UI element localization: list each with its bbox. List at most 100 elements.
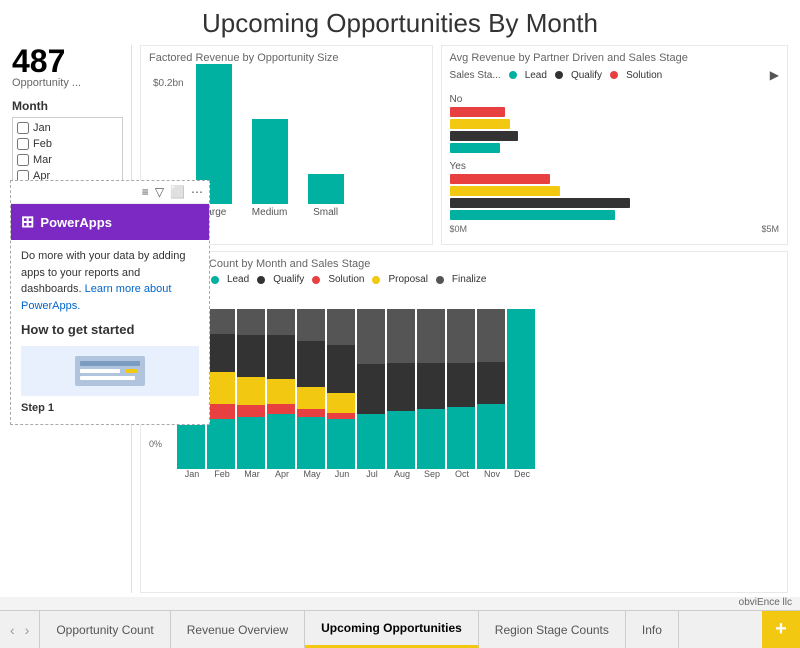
h-bar-chart: No Yes: [450, 86, 779, 238]
legend-dot-solution: [610, 71, 618, 79]
stack-segment: [297, 341, 325, 387]
nav-tab-info[interactable]: Info: [626, 611, 679, 648]
filter-checkbox-mar[interactable]: [17, 154, 29, 166]
h-axis-0: $0M: [450, 224, 468, 234]
avg-revenue-title: Avg Revenue by Partner Driven and Sales …: [450, 52, 779, 64]
h-axis-5m: $5M: [761, 224, 779, 234]
filter-item-mar[interactable]: Mar: [17, 152, 118, 168]
nav-tab-opportunity-count[interactable]: Opportunity Count: [40, 611, 170, 648]
legend-dot-proposal2: [372, 276, 380, 284]
popup-filter-icon[interactable]: ▽: [155, 185, 164, 199]
right-content: Factored Revenue by Opportunity Size $0.…: [140, 45, 788, 593]
nav-tab-revenue-overview[interactable]: Revenue Overview: [171, 611, 305, 648]
stacked-col-Aug: [387, 309, 415, 469]
kpi-value: 487: [12, 45, 123, 77]
bar-group-medium: Medium: [252, 119, 288, 218]
stack-segment: [507, 309, 535, 469]
stacked-col-Jul: [357, 309, 385, 469]
x-label-jul: Jul: [357, 469, 387, 479]
x-label-apr: Apr: [267, 469, 297, 479]
stack-segment: [207, 419, 235, 469]
filter-checkbox-jan[interactable]: [17, 122, 29, 134]
legend-arrow[interactable]: ▶: [770, 68, 779, 82]
popup-focus-icon[interactable]: ⬜: [170, 185, 185, 199]
content-row: 487 Opportunity ... Month JanFebMarAprMa…: [12, 45, 788, 593]
stack-segment: [267, 309, 295, 335]
x-label-aug: Aug: [387, 469, 417, 479]
nav-next[interactable]: ›: [21, 620, 34, 640]
stack-segment: [297, 409, 325, 417]
stack-segment: [447, 363, 475, 407]
popup-toolbar[interactable]: ≡ ▽ ⬜ ⋯: [12, 181, 209, 204]
powerapps-icon: ⊞: [21, 212, 34, 232]
stack-segment: [297, 387, 325, 409]
filter-month-label: Feb: [33, 138, 52, 150]
bar-chart-area: Large Medium Small: [188, 78, 354, 218]
h-bar-group-no: No: [450, 94, 779, 153]
stacked-chart-title: Opportunity Count by Month and Sales Sta…: [149, 258, 779, 270]
nav-tab-upcoming-opportunities[interactable]: Upcoming Opportunities: [305, 611, 479, 648]
legend-lead2: Lead: [227, 274, 249, 285]
popup-step-label: Step 1: [21, 400, 199, 417]
h-bar-yes-proposal: [450, 186, 560, 196]
stack-segment: [477, 362, 505, 404]
stacked-col-Dec: [507, 309, 535, 469]
stack-segment: [207, 372, 235, 404]
legend-dot-qualify: [555, 71, 563, 79]
avg-revenue-legend: Sales Sta... Lead Qualify Solution ▶: [450, 68, 779, 82]
stacked-wrapper: 100%50%0%: [149, 289, 779, 469]
stack-segment: [237, 377, 265, 405]
h-bar-label-yes: Yes: [450, 161, 779, 172]
legend-sales-sta: Sales Sta...: [450, 70, 501, 81]
filter-checkbox-feb[interactable]: [17, 138, 29, 150]
popup-menu-icon[interactable]: ≡: [142, 185, 149, 199]
x-label-feb: Feb: [207, 469, 237, 479]
x-label-nov: Nov: [477, 469, 507, 479]
filter-month-label: Mar: [33, 154, 52, 166]
stack-segment: [357, 414, 385, 469]
nav-prev[interactable]: ‹: [6, 620, 19, 640]
stack-segment: [237, 417, 265, 469]
legend-solution: Solution: [626, 70, 662, 81]
legend-dot-qualify2: [257, 276, 265, 284]
legend-finalize2: Finalize: [452, 274, 486, 285]
x-label-sep: Sep: [417, 469, 447, 479]
filter-item-jan[interactable]: Jan: [17, 120, 118, 136]
stack-segment: [267, 379, 295, 404]
legend-dot-lead2: [211, 276, 219, 284]
nav-tabs: Opportunity CountRevenue OverviewUpcomin…: [40, 611, 762, 648]
h-bar-group-yes: Yes: [450, 161, 779, 220]
h-axis: $0M $5M: [450, 224, 779, 234]
filter-item-feb[interactable]: Feb: [17, 136, 118, 152]
stacked-col-Apr: [267, 309, 295, 469]
stack-segment: [327, 309, 355, 345]
top-charts: Factored Revenue by Opportunity Size $0.…: [140, 45, 788, 245]
stack-segment: [447, 407, 475, 469]
stack-segment: [297, 417, 325, 469]
legend-solution2: Solution: [328, 274, 364, 285]
stacked-col-Sep: [417, 309, 445, 469]
stack-segment: [417, 363, 445, 409]
left-sidebar: 487 Opportunity ... Month JanFebMarAprMa…: [12, 45, 132, 593]
stacked-x-labels: JanFebMarAprMayJunJulAugSepOctNovDec: [149, 469, 779, 479]
bar-medium: [252, 119, 288, 204]
stack-segment: [267, 404, 295, 414]
stack-segment: [357, 364, 385, 414]
h-bar-yes-solution: [450, 174, 550, 184]
popup-more-icon[interactable]: ⋯: [191, 185, 203, 199]
stack-segment: [327, 393, 355, 413]
x-label-jun: Jun: [327, 469, 357, 479]
stacked-col-Oct: [447, 309, 475, 469]
y-label-top: $0.2bn: [153, 78, 184, 89]
popup-step-image: [21, 346, 199, 396]
h-bar-no-lead: [450, 143, 500, 153]
nav-tab-region-stage-counts[interactable]: Region Stage Counts: [479, 611, 626, 648]
brand-tag: obviEnce llc: [0, 597, 800, 610]
stack-segment: [207, 334, 235, 372]
bottom-nav: ‹ › Opportunity CountRevenue OverviewUpc…: [0, 610, 800, 648]
stack-segment: [477, 404, 505, 469]
nav-add-button[interactable]: +: [762, 611, 800, 648]
x-label-oct: Oct: [447, 469, 477, 479]
stack-segment: [327, 345, 355, 393]
stack-segment: [327, 419, 355, 469]
